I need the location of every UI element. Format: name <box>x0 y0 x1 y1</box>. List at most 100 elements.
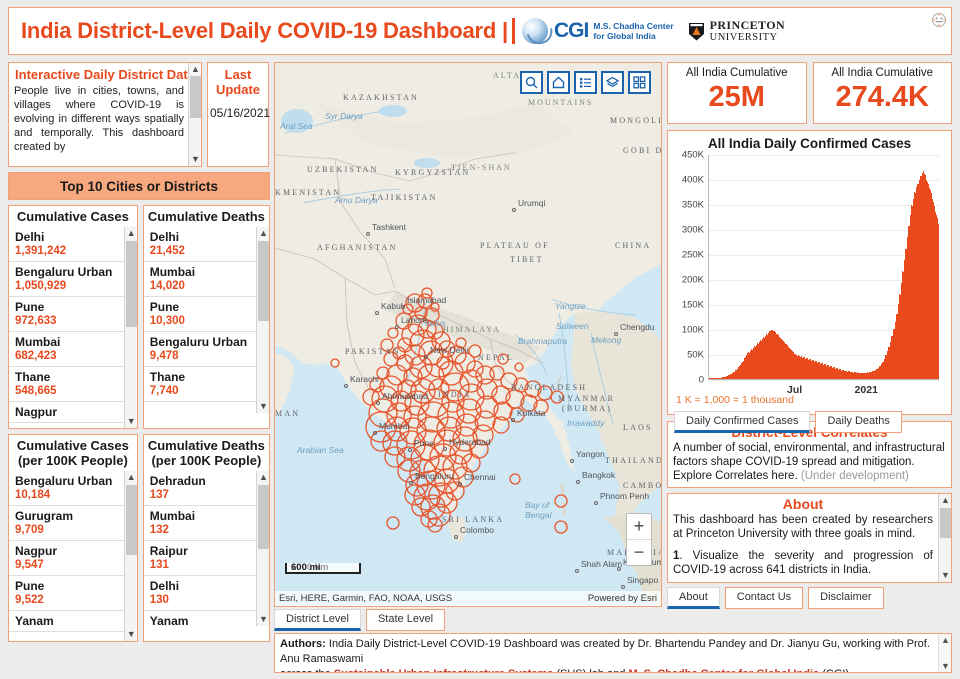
search-icon[interactable] <box>520 71 543 94</box>
sus-lab-link[interactable]: Sustainable Urban Infrastructure Systems <box>334 668 553 672</box>
scroll-down-icon[interactable]: ▼ <box>257 613 269 626</box>
scroll-down-icon[interactable]: ▼ <box>189 153 201 166</box>
list-scrollbar[interactable]: ▲ ▼ <box>123 227 137 428</box>
about-tabs[interactable]: About Contact Us Disclaimer <box>667 587 952 609</box>
scroll-up-icon[interactable]: ▲ <box>939 494 951 507</box>
list-item[interactable]: Bengaluru Urban 1,050,929 <box>9 262 124 297</box>
map-canvas[interactable]: KAZAKHSTANMONGOLIAGOBI DEUZBEKISTANTAJIK… <box>275 63 661 606</box>
list-item[interactable]: Gurugram 9,709 <box>9 506 124 541</box>
chart-y-tick-label: 50K <box>687 349 704 361</box>
tab-daily-confirmed-cases[interactable]: Daily Confirmed Cases <box>674 411 811 433</box>
scroll-thumb[interactable] <box>125 241 137 327</box>
map-panel[interactable]: KAZAKHSTANMONGOLIAGOBI DEUZBEKISTANTAJIK… <box>274 62 662 607</box>
list-scroll-area[interactable]: Delhi 21,452 Mumbai 14,020 Pune 10,300 B… <box>143 226 269 413</box>
list-item[interactable]: Delhi 21,452 <box>143 227 256 262</box>
list-item[interactable]: Thane 7,740 <box>143 367 256 402</box>
list-panel-deaths-per-100k: Cumulative Deaths (per 100K People) Dehr… <box>142 434 270 642</box>
chart-y-tick-label: 350K <box>681 199 704 211</box>
list-item[interactable]: Dehradun 137 <box>143 471 256 506</box>
list-item-name: Thane <box>15 370 51 384</box>
list-item-name: Pune <box>15 579 45 593</box>
scroll-down-icon[interactable]: ▼ <box>125 415 137 428</box>
list-item[interactable]: Bengaluru Urban 10,184 <box>9 471 124 506</box>
scroll-up-icon[interactable]: ▲ <box>125 471 137 484</box>
list-item[interactable]: Mumbai 682,423 <box>9 332 124 367</box>
tab-disclaimer[interactable]: Disclaimer <box>808 587 884 609</box>
zoom-in-button[interactable]: + <box>627 514 651 539</box>
list-scroll-area[interactable]: Dehradun 137 Mumbai 132 Raipur 131 Delhi… <box>143 470 269 626</box>
map-city-dot <box>409 481 413 485</box>
scroll-up-icon[interactable]: ▲ <box>257 227 269 240</box>
basemap-gallery-icon[interactable] <box>628 71 651 94</box>
last-update-panel: Last Update 05/16/2021 <box>207 62 270 167</box>
scroll-thumb[interactable] <box>940 508 951 538</box>
list-item[interactable]: Pune 972,633 <box>9 297 124 332</box>
home-icon[interactable] <box>547 71 570 94</box>
map-city-dot <box>614 332 618 336</box>
list-item[interactable]: Nagpur <box>9 402 124 423</box>
footer-scrollbar[interactable]: ▲ ▼ <box>938 634 951 672</box>
expand-widget-icon[interactable] <box>929 10 949 30</box>
list-item[interactable]: Mumbai 132 <box>143 506 256 541</box>
list-item[interactable]: Thane 548,665 <box>9 367 124 402</box>
chart-y-tick-label: 200K <box>681 274 704 286</box>
tab-contact-us[interactable]: Contact Us <box>724 587 804 609</box>
list-item[interactable]: Delhi 1,391,242 <box>9 227 124 262</box>
list-item[interactable]: Raipur 131 <box>143 541 256 576</box>
scroll-down-icon[interactable]: ▼ <box>125 628 137 641</box>
list-scroll-area[interactable]: Delhi 1,391,242 Bengaluru Urban 1,050,92… <box>9 226 137 428</box>
map-zoom-controls[interactable]: + − <box>626 513 652 566</box>
list-scrollbar[interactable]: ▲ ▼ <box>256 227 269 413</box>
layers-icon[interactable] <box>601 71 624 94</box>
list-item-name: Mumbai <box>149 265 196 279</box>
list-item-name: Bengaluru Urban <box>149 335 248 349</box>
list-item-value: 14,020 <box>149 280 185 292</box>
list-item[interactable]: Yanam <box>144 611 256 626</box>
list-item[interactable]: Pune 9,522 <box>9 576 124 611</box>
scroll-down-icon[interactable]: ▼ <box>257 400 269 413</box>
map-controls[interactable] <box>520 71 651 94</box>
tab-district-level[interactable]: District Level <box>274 609 361 631</box>
about-scrollbar[interactable]: ▲ ▼ <box>938 494 951 582</box>
list-item[interactable]: Mumbai 14,020 <box>143 262 256 297</box>
scroll-up-icon[interactable]: ▲ <box>941 635 950 645</box>
tab-about[interactable]: About <box>667 587 720 609</box>
scroll-up-icon[interactable]: ▲ <box>257 471 269 484</box>
logo-divider <box>512 18 515 44</box>
scroll-down-icon[interactable]: ▼ <box>941 661 950 671</box>
list-item[interactable]: Delhi 130 <box>143 576 256 611</box>
legend-icon[interactable] <box>574 71 597 94</box>
scroll-up-icon[interactable]: ▲ <box>125 227 137 240</box>
list-item-name: Delhi <box>149 579 180 593</box>
list-item[interactable]: Nagpur 9,547 <box>9 541 124 576</box>
scroll-up-icon[interactable]: ▲ <box>189 63 201 76</box>
list-scroll-area[interactable]: Bengaluru Urban 10,184 Gurugram 9,709 Na… <box>9 470 137 641</box>
intro-scrollbar[interactable]: ▲ ▼ <box>188 63 201 166</box>
top10-button[interactable]: Top 10 Cities or Districts <box>8 172 270 200</box>
scroll-thumb[interactable] <box>258 485 269 549</box>
cgi-subtitle-line1: M.S. Chadha Center <box>593 21 674 31</box>
chart-tabs[interactable]: Daily Confirmed Cases Daily Deaths <box>674 411 945 433</box>
list-item[interactable]: Bengaluru Urban 9,478 <box>143 332 256 367</box>
cgi-link[interactable]: M. S. Chadha Center for Global India <box>628 668 819 672</box>
about-goal-1: 1. Visualize the severity and progressio… <box>673 549 933 577</box>
list-item-name: Nagpur <box>15 405 57 419</box>
map-level-tabs[interactable]: District Level State Level <box>274 609 446 631</box>
scroll-thumb[interactable] <box>258 241 269 321</box>
zoom-out-button[interactable]: − <box>627 540 651 565</box>
list-item[interactable]: Pune 10,300 <box>143 297 256 332</box>
tab-state-level[interactable]: State Level <box>365 609 446 631</box>
tab-daily-deaths[interactable]: Daily Deaths <box>815 411 902 433</box>
scroll-thumb[interactable] <box>190 76 201 118</box>
chart-plot-area: 0 50K 100K 150K 200K 250K 300K 350K 400K 450K Jul… <box>682 150 939 396</box>
list-scrollbar[interactable]: ▲ ▼ <box>256 471 269 626</box>
map-city-dot <box>375 311 379 315</box>
list-item-value: 10,184 <box>15 489 51 501</box>
list-scrollbar[interactable]: ▲ ▼ <box>123 471 137 641</box>
scroll-thumb[interactable] <box>125 485 137 555</box>
princeton-wordmark: PRINCETON UNIVERSITY <box>710 19 785 43</box>
kpi-all-india-cumulative-deaths: All India Cumulative 274.4K <box>812 62 952 124</box>
list-item-name: Delhi <box>15 230 45 244</box>
scroll-down-icon[interactable]: ▼ <box>939 569 951 582</box>
list-item[interactable]: Yanam <box>9 611 124 632</box>
